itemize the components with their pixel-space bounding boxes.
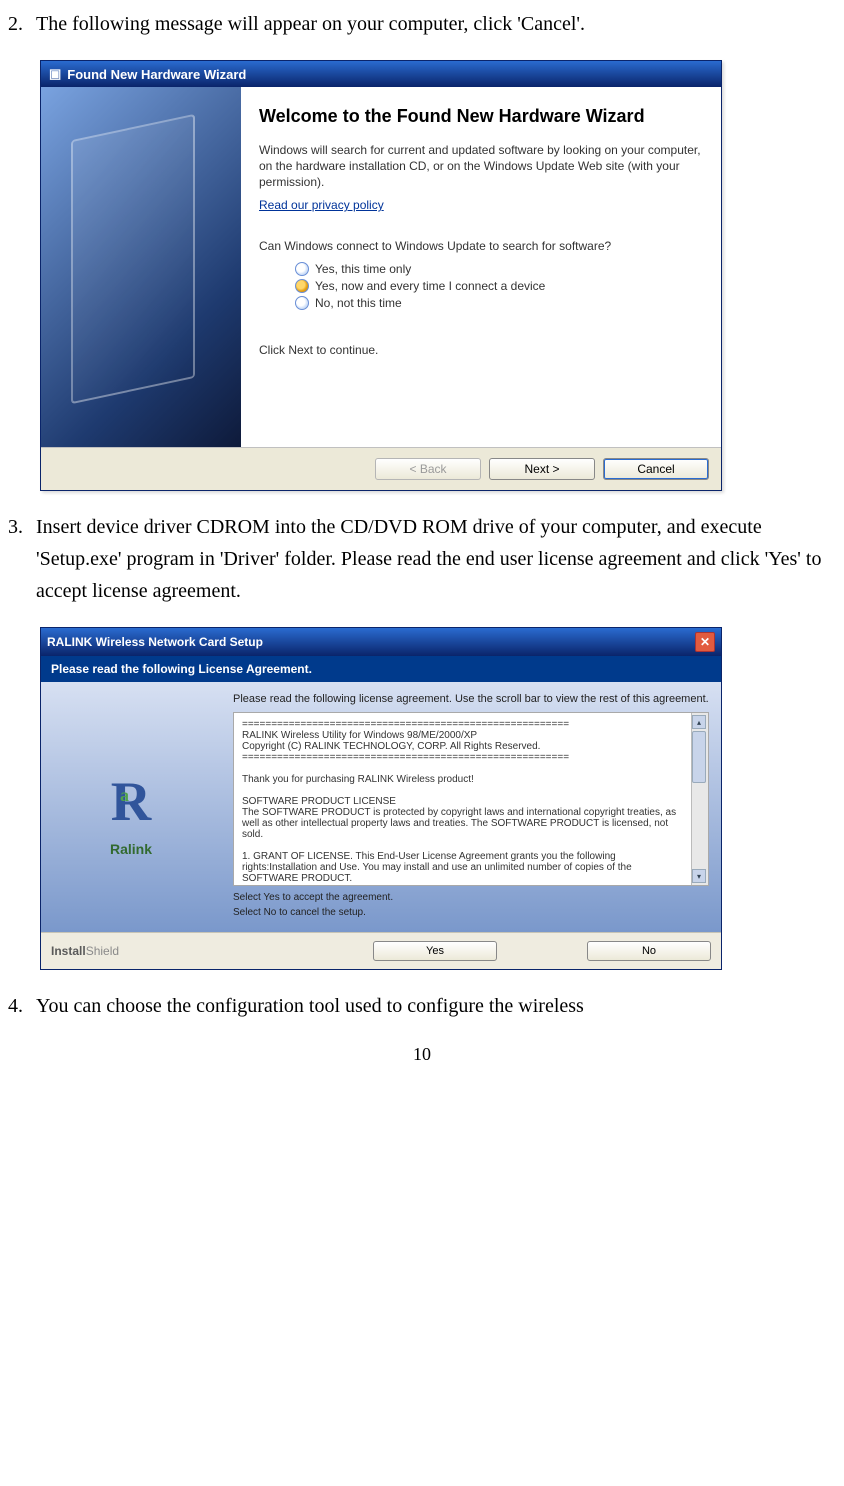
step-text: You can choose the configuration tool us… bbox=[36, 990, 836, 1022]
installer-sidebar: Ra Ralink bbox=[41, 682, 221, 932]
dialog-titlebar: ▣ Found New Hardware Wizard bbox=[41, 61, 721, 87]
wizard-question: Can Windows connect to Windows Update to… bbox=[259, 238, 703, 254]
dialog-titlebar: RALINK Wireless Network Card Setup ✕ bbox=[41, 628, 721, 656]
step-text: Insert device driver CDROM into the CD/D… bbox=[36, 511, 836, 607]
wizard-heading: Welcome to the Found New Hardware Wizard bbox=[259, 105, 703, 128]
step-number: 3. bbox=[8, 511, 36, 607]
installshield-label: InstallShield bbox=[51, 944, 119, 958]
license-textbox[interactable]: ========================================… bbox=[233, 712, 709, 886]
license-text: ========================================… bbox=[242, 719, 700, 886]
cancel-button[interactable]: Cancel bbox=[603, 458, 709, 480]
next-button[interactable]: Next > bbox=[489, 458, 595, 480]
step-number: 2. bbox=[8, 8, 36, 40]
step-2: 2. The following message will appear on … bbox=[8, 8, 836, 40]
ralink-setup-dialog: RALINK Wireless Network Card Setup ✕ Ple… bbox=[40, 627, 722, 970]
yes-button[interactable]: Yes bbox=[373, 941, 497, 961]
wizard-continue: Click Next to continue. bbox=[259, 342, 703, 358]
select-yes-text: Select Yes to accept the agreement. bbox=[233, 892, 709, 903]
step-number: 4. bbox=[8, 990, 36, 1022]
ralink-logo-icon: Ra bbox=[86, 757, 176, 847]
dialog-title: RALINK Wireless Network Card Setup bbox=[47, 635, 263, 649]
dialog-footer: InstallShield Yes No bbox=[41, 932, 721, 969]
wizard-intro: Windows will search for current and upda… bbox=[259, 142, 703, 191]
step-3: 3. Insert device driver CDROM into the C… bbox=[8, 511, 836, 607]
radio-icon bbox=[295, 296, 309, 310]
radio-label: Yes, now and every time I connect a devi… bbox=[315, 279, 545, 293]
page-number: 10 bbox=[8, 1044, 836, 1065]
scroll-down-icon[interactable]: ▾ bbox=[692, 869, 706, 883]
radio-no[interactable]: No, not this time bbox=[295, 296, 703, 310]
radio-label: Yes, this time only bbox=[315, 262, 411, 276]
radio-yes-once[interactable]: Yes, this time only bbox=[295, 262, 703, 276]
privacy-policy-link[interactable]: Read our privacy policy bbox=[259, 198, 384, 212]
select-no-text: Select No to cancel the setup. bbox=[233, 907, 709, 918]
wizard-icon: ▣ bbox=[49, 66, 61, 82]
radio-yes-always[interactable]: Yes, now and every time I connect a devi… bbox=[295, 279, 703, 293]
dialog-footer: < Back Next > Cancel bbox=[41, 448, 721, 490]
close-icon[interactable]: ✕ bbox=[695, 632, 715, 652]
scroll-up-icon[interactable]: ▴ bbox=[692, 715, 706, 729]
back-button: < Back bbox=[375, 458, 481, 480]
found-new-hardware-wizard-dialog: ▣ Found New Hardware Wizard Welcome to t… bbox=[40, 60, 722, 491]
step-4: 4. You can choose the configuration tool… bbox=[8, 990, 836, 1022]
dialog-subtitle: Please read the following License Agreem… bbox=[41, 656, 721, 682]
ralink-setup-screenshot: RALINK Wireless Network Card Setup ✕ Ple… bbox=[40, 627, 836, 970]
radio-icon bbox=[295, 262, 309, 276]
radio-icon bbox=[295, 279, 309, 293]
scrollbar[interactable]: ▴ ▾ bbox=[691, 713, 708, 885]
hardware-wizard-screenshot: ▣ Found New Hardware Wizard Welcome to t… bbox=[40, 60, 836, 491]
step-text: The following message will appear on you… bbox=[36, 8, 836, 40]
no-button[interactable]: No bbox=[587, 941, 711, 961]
dialog-title: Found New Hardware Wizard bbox=[67, 67, 246, 82]
radio-label: No, not this time bbox=[315, 296, 402, 310]
wizard-sidebar-image bbox=[41, 87, 241, 447]
hardware-illustration bbox=[71, 114, 195, 404]
license-intro: Please read the following license agreem… bbox=[233, 692, 709, 706]
scroll-thumb[interactable] bbox=[692, 731, 706, 783]
